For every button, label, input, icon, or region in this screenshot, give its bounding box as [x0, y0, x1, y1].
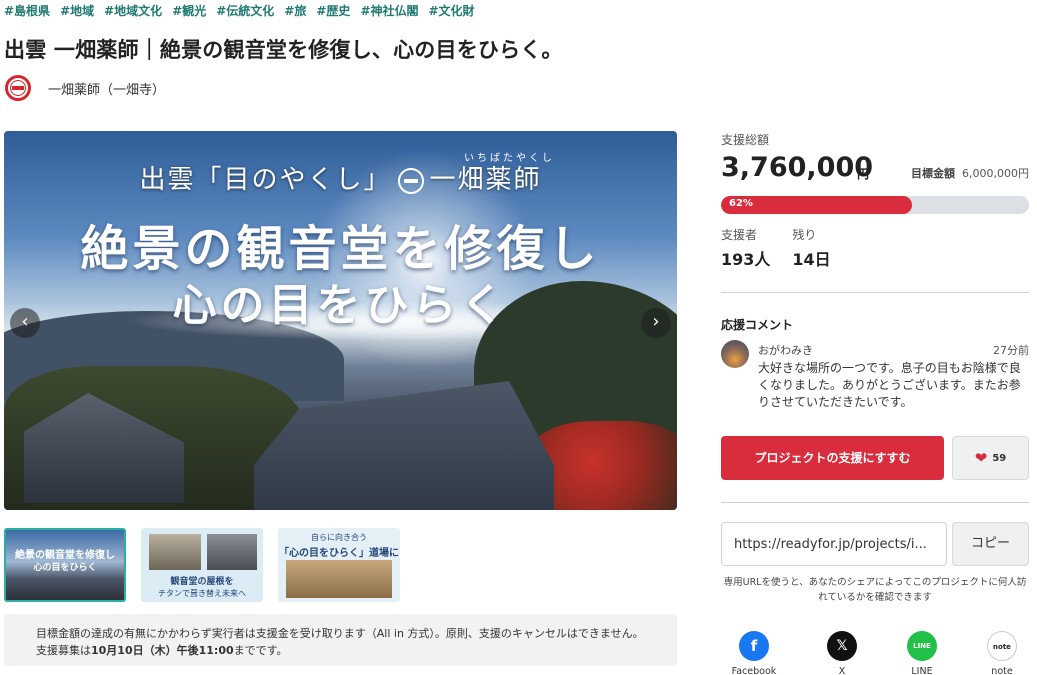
thumbnail-photo	[286, 560, 392, 598]
tag[interactable]: #観光	[172, 2, 206, 19]
thumbnail-2[interactable]: 観音堂の屋根を チタンで葺き替え未来へ	[141, 528, 263, 602]
remaining-days: 14日	[792, 250, 831, 269]
stats-row: 支援者 193人 残り 14日	[721, 226, 1029, 270]
share-note[interactable]: note note	[969, 631, 1035, 675]
thumbnail-strip: 絶景の観音堂を修復し 心の目をひらく 観音堂の屋根を チタンで葺き替え未来へ 自…	[4, 528, 400, 602]
share-note: 専用URLを使うと、あなたのシェアによってこのプロジェクトに何人訪れているかを確…	[723, 577, 1027, 603]
carousel-next-button[interactable]: ›	[641, 308, 671, 338]
main-visual: いちばたやくし 出雲「目のやくし」 一畑薬師 絶景の観音堂を修復し 心の目をひらく…	[4, 131, 677, 510]
thumbnail-photo	[207, 534, 257, 570]
thumbnail-caption: 自らに向き合う	[311, 533, 367, 542]
supporters-count: 193人	[721, 250, 771, 269]
total-label: 支援総額	[721, 133, 770, 147]
x-icon: 𝕏	[827, 631, 857, 661]
tag[interactable]: #伝統文化	[216, 2, 274, 19]
thumbnail-caption: 観音堂の屋根を	[170, 577, 234, 587]
thumbnail-3[interactable]: 自らに向き合う 「心の目をひらく」道場に	[278, 528, 400, 602]
supporters-stat: 支援者 193人	[721, 226, 770, 270]
share-facebook[interactable]: f Facebook	[721, 631, 787, 675]
owner-name[interactable]: 一畑薬師（一畑寺）	[48, 79, 165, 98]
share-label: note	[991, 666, 1013, 675]
page-title: 出雲 一畑薬師｜絶景の観音堂を修復し、心の目をひらく。	[4, 38, 563, 62]
tag-list: #島根県 #地域 #地域文化 #観光 #伝統文化 #旅 #歴史 #神社仏閣 #文…	[4, 2, 475, 19]
tag[interactable]: #歴史	[316, 2, 350, 19]
share-label: Facebook	[731, 666, 777, 675]
share-buttons: f Facebook 𝕏 X LINE LINE note note	[721, 631, 1029, 675]
thumbnail-caption: 「心の目をひらく」道場に	[279, 548, 399, 559]
carousel-prev-button[interactable]: ‹	[10, 308, 40, 338]
comment-time: 27分前	[993, 344, 1029, 357]
thumbnail-1[interactable]: 絶景の観音堂を修復し 心の目をひらく	[4, 528, 126, 602]
comment-body: 大好きな場所の一つです。息子の目もお陰様で良くなりました。ありがとうございます。…	[758, 361, 1021, 409]
thumbnail-photo	[149, 534, 201, 570]
share-url-field[interactable]	[721, 522, 947, 566]
tag[interactable]: #文化財	[429, 2, 475, 19]
tag[interactable]: #神社仏閣	[360, 2, 418, 19]
target-value: 6,000,000円	[962, 167, 1029, 180]
remaining-label: 残り	[792, 228, 817, 242]
hero-subtitle-right: 一畑薬師	[429, 165, 542, 195]
thumbnail-caption: 心の目をひらく	[33, 563, 97, 573]
progress-bar: 62%	[721, 196, 1029, 214]
divider	[721, 502, 1029, 503]
comment-user: おがわみき	[758, 344, 813, 357]
remaining-stat: 残り 14日	[792, 226, 830, 270]
avatar	[721, 340, 749, 368]
tag[interactable]: #地域	[60, 2, 94, 19]
owner-logo-icon	[5, 75, 31, 101]
temple-seal-icon	[397, 168, 424, 194]
support-project-button[interactable]: プロジェクトの支援にすすむ	[721, 436, 944, 480]
share-label: X	[838, 666, 846, 675]
target-amount: 目標金額 6,000,000円	[911, 165, 1029, 181]
like-count: 59	[992, 452, 1007, 464]
amount-unit: 円	[857, 167, 870, 181]
divider	[721, 292, 1029, 293]
comments-title: 応援コメント	[721, 318, 794, 332]
share-x[interactable]: 𝕏 X	[809, 631, 875, 675]
owner-info[interactable]: 一畑薬師（一畑寺）	[5, 75, 165, 101]
hero-subtitle: 出雲「目のやくし」 一畑薬師	[4, 159, 677, 196]
thumbnail-caption: 絶景の観音堂を修復し	[15, 550, 115, 561]
tag[interactable]: #地域文化	[104, 2, 162, 19]
note-icon: note	[987, 631, 1017, 661]
like-button[interactable]: ❤ 59	[952, 436, 1029, 480]
progress-percent: 62%	[729, 198, 753, 209]
hero-headline-2: 心の目をひらく	[172, 280, 509, 331]
target-label: 目標金額	[911, 167, 956, 180]
total-amount: 3,760,000	[721, 152, 874, 183]
notice-deadline: 10月10日（木）午後11:00	[91, 644, 234, 657]
notice-text-end: までです。	[233, 644, 288, 657]
funding-panel: 支援総額 3,760,000 円 目標金額 6,000,000円 62% 支援者…	[721, 131, 1029, 293]
hero-subtitle-left: 出雲「目のやくし」	[139, 165, 392, 195]
copy-url-button[interactable]: コピー	[952, 522, 1029, 566]
amount-row: 3,760,000 円 目標金額 6,000,000円	[721, 152, 1029, 188]
supporters-label: 支援者	[721, 228, 758, 242]
line-icon: LINE	[907, 631, 937, 661]
heart-icon: ❤	[974, 448, 988, 467]
share-label: LINE	[911, 666, 933, 675]
all-in-notice: 目標金額の達成の有無にかかわらず実行者は支援金を受け取ります（All in 方式…	[4, 614, 677, 666]
thumbnail-caption: チタンで葺き替え未来へ	[158, 589, 246, 598]
tag[interactable]: #島根県	[4, 2, 50, 19]
facebook-icon: f	[739, 631, 769, 661]
tag[interactable]: #旅	[284, 2, 306, 19]
share-line[interactable]: LINE LINE	[889, 631, 955, 675]
